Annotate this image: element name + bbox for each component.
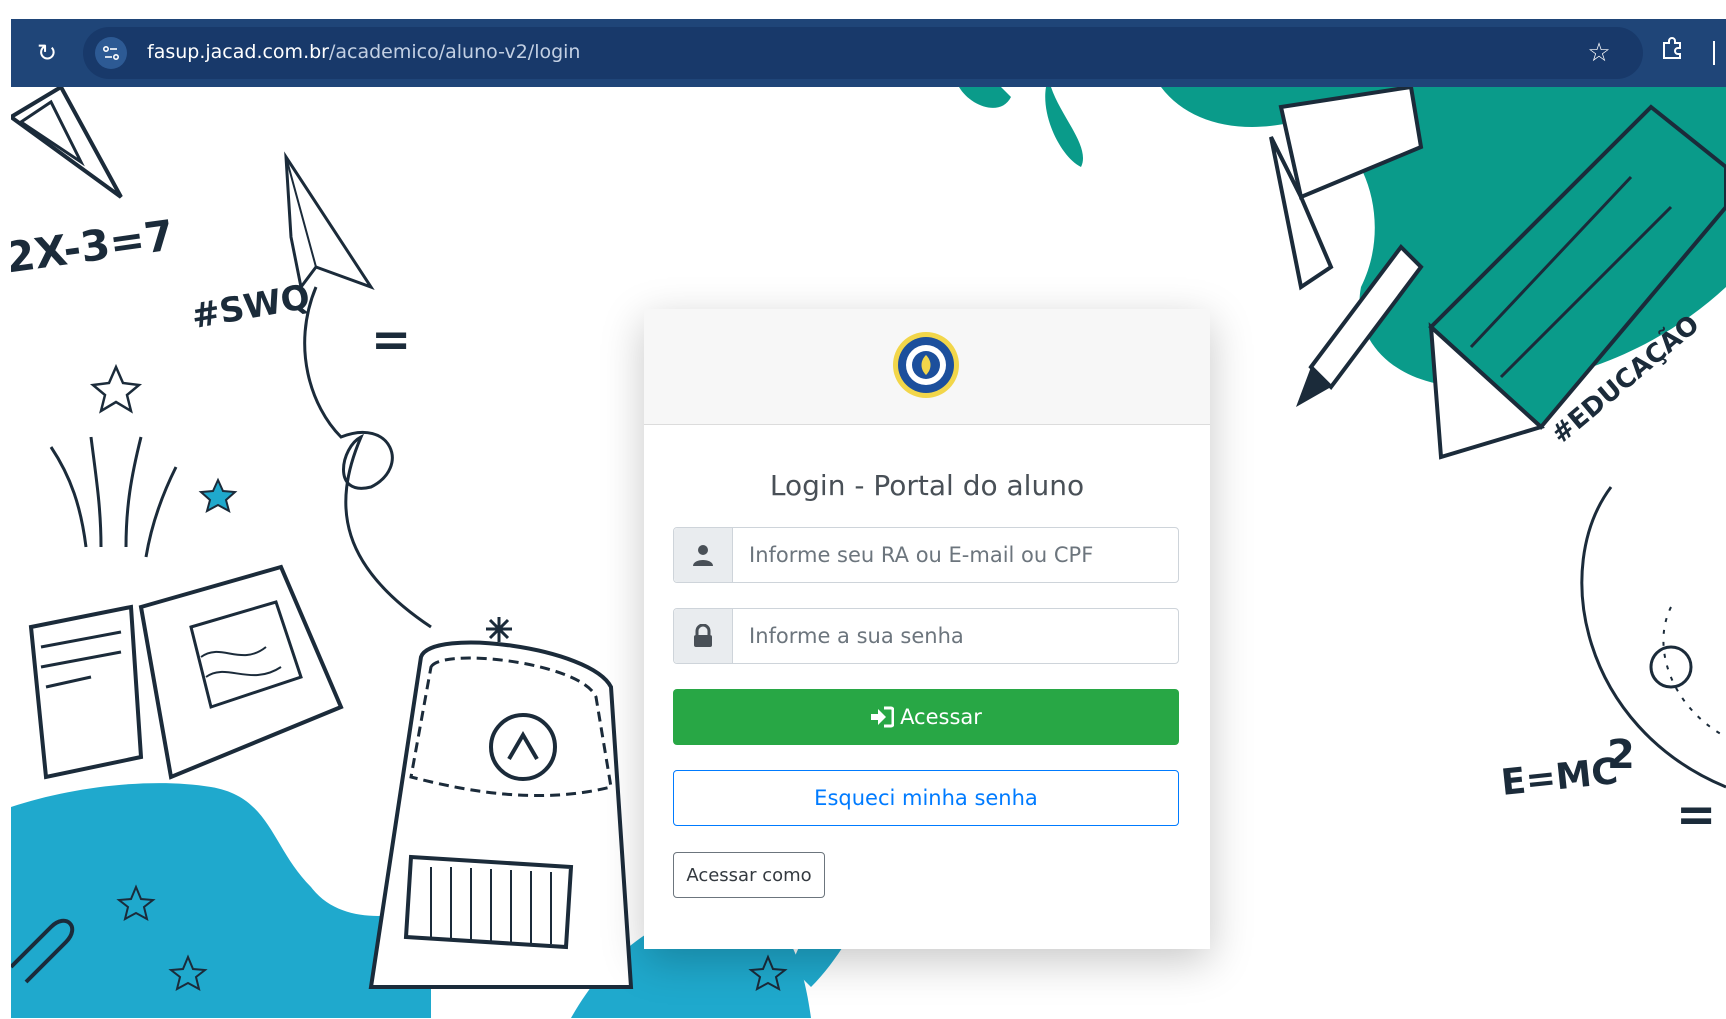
- login-card: Login - Portal do aluno Informe seu RA o…: [644, 309, 1210, 949]
- browser-toolbar: ↻ fasup.jacad.com.br/academico/aluno-v2/…: [11, 19, 1726, 87]
- browser-window: ↻ fasup.jacad.com.br/academico/aluno-v2/…: [11, 19, 1726, 1018]
- site-info-icon[interactable]: [95, 37, 127, 69]
- card-header: [644, 309, 1210, 425]
- lock-icon: [674, 609, 733, 663]
- doodle-equals-right: =: [1676, 787, 1717, 843]
- password-input[interactable]: [733, 609, 1178, 663]
- username-input[interactable]: [733, 528, 1178, 582]
- login-as-button[interactable]: Acessar como: [673, 852, 825, 898]
- bookmark-star-icon[interactable]: ☆: [1583, 37, 1615, 69]
- username-group: [673, 527, 1179, 583]
- submit-label: Acessar: [900, 705, 982, 729]
- submit-button[interactable]: Acessar: [673, 689, 1179, 745]
- sign-in-icon: [871, 706, 895, 728]
- extensions-icon[interactable]: [1654, 35, 1690, 71]
- page-title: Login - Portal do aluno: [769, 469, 1085, 502]
- url-text[interactable]: fasup.jacad.com.br/academico/aluno-v2/lo…: [147, 41, 580, 63]
- institution-logo: [893, 332, 959, 398]
- address-bar[interactable]: fasup.jacad.com.br/academico/aluno-v2/lo…: [83, 27, 1643, 79]
- url-path: /academico/aluno-v2/login: [328, 41, 581, 63]
- user-icon: [674, 528, 733, 582]
- password-group: [673, 608, 1179, 664]
- forgot-password-button[interactable]: Esqueci minha senha: [673, 770, 1179, 826]
- url-host: fasup.jacad.com.br: [147, 41, 329, 63]
- login-page: 2X-3=7 #SWQ = #EDUCAÇÃO E=MC 2 = Login -…: [11, 87, 1726, 1018]
- reload-icon[interactable]: ↻: [29, 35, 65, 71]
- doodle-equals: =: [371, 312, 412, 368]
- toolbar-divider: [1713, 41, 1715, 65]
- doodle-emc-exponent: 2: [1607, 732, 1635, 778]
